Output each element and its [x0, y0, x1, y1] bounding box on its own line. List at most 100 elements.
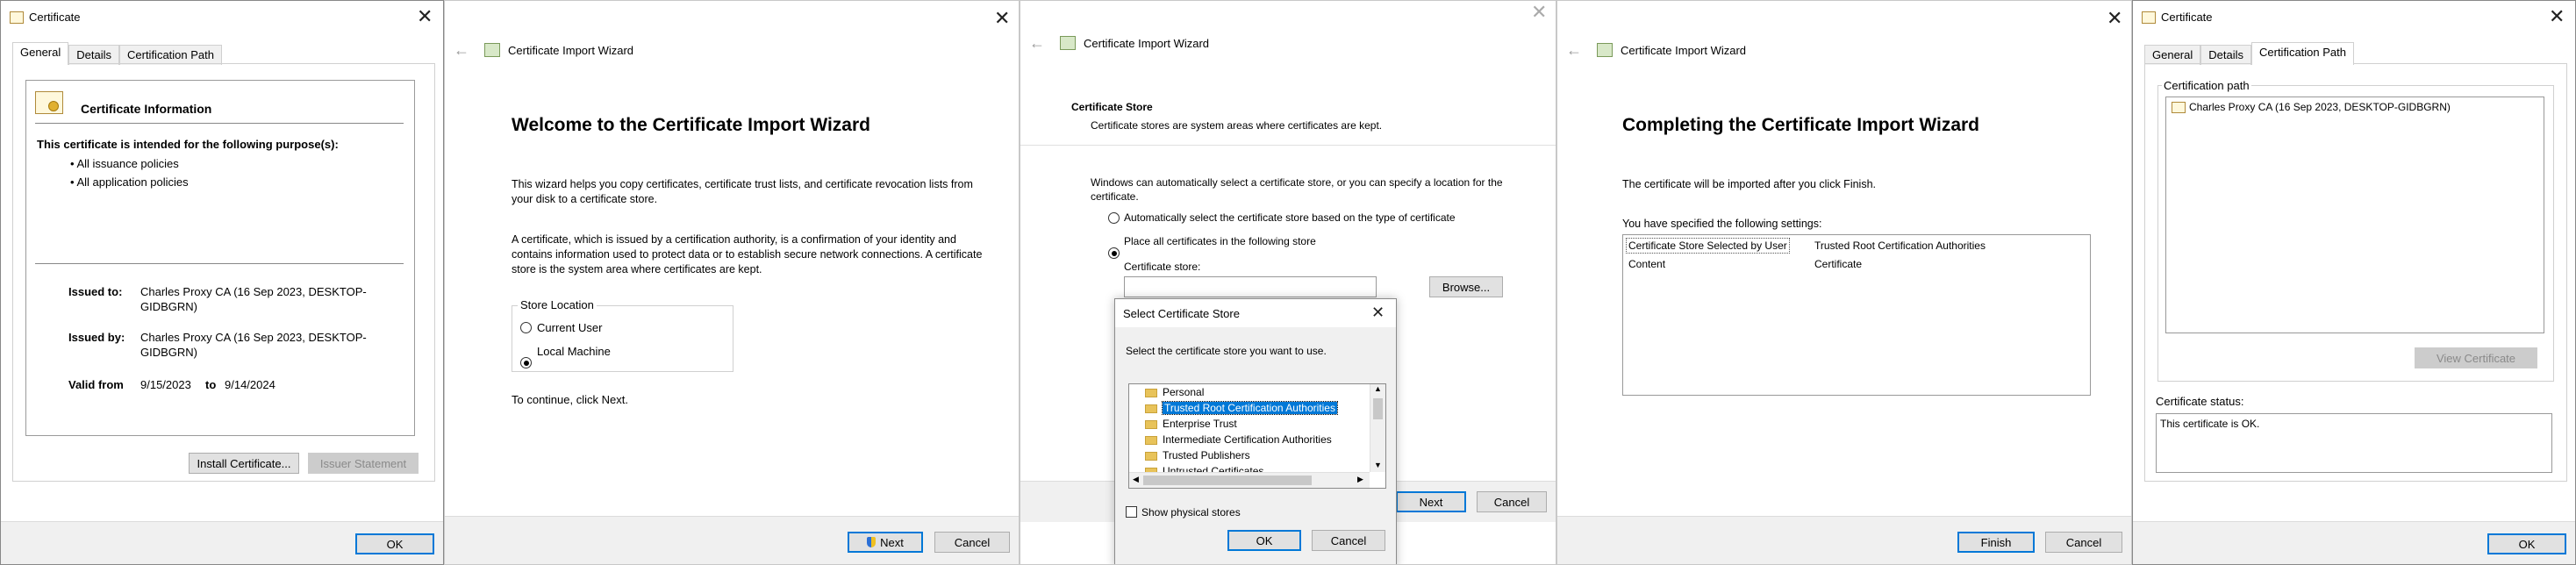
tab-certification-path[interactable]: Certification Path [119, 45, 222, 65]
cancel-button[interactable]: Cancel [1477, 491, 1547, 512]
scroll-thumb[interactable] [1373, 398, 1383, 419]
selected-store-highlight: Trusted Root Certification Authorities [1162, 401, 1338, 415]
place-in-store-radio[interactable] [1108, 247, 1120, 259]
section-title: Certificate Store [1071, 101, 1153, 113]
close-icon[interactable]: ✕ [1531, 3, 1547, 22]
close-icon[interactable]: ✕ [994, 9, 1010, 28]
back-arrow-icon[interactable]: ← [1566, 41, 1582, 60]
tree-item-trusted-publishers[interactable]: Trusted Publishers [1145, 449, 1250, 461]
tab-general[interactable]: General [12, 42, 69, 65]
scroll-left-icon[interactable]: ◀ [1133, 475, 1139, 484]
status-box: This certificate is OK. [2156, 413, 2552, 473]
dialog-title: Select Certificate Store [1123, 307, 1240, 320]
intro-paragraph: This wizard helps you copy certificates,… [512, 178, 973, 205]
settings-list[interactable]: Certificate Store Selected by User Trust… [1622, 234, 2091, 396]
certificate-dialog-path: Certificate ✕ General Details Certificat… [2132, 0, 2576, 565]
cancel-button[interactable]: Cancel [934, 532, 1010, 553]
local-machine-label[interactable]: Local Machine [537, 344, 611, 359]
wizard-title: Certificate Import Wizard [1084, 37, 1210, 50]
wizard-welcome: ✕ ← Certificate Import Wizard Welcome to… [444, 0, 1020, 565]
vertical-scrollbar[interactable]: ▲ ▼ [1370, 384, 1385, 472]
tree-item-personal[interactable]: Personal [1145, 386, 1204, 398]
ok-button[interactable]: OK [2487, 533, 2566, 554]
close-icon[interactable]: ✕ [2549, 7, 2565, 26]
place-in-store-label[interactable]: Place all certificates in the following … [1124, 235, 1316, 247]
tab-details[interactable]: Details [2200, 45, 2251, 65]
section-subtitle: Certificate stores are system areas wher… [1091, 119, 1383, 132]
show-physical-label[interactable]: Show physical stores [1141, 506, 1241, 519]
back-arrow-icon[interactable]: ← [454, 41, 469, 60]
ok-button[interactable]: OK [355, 533, 434, 554]
certificate-store-label: Certificate store: [1124, 261, 1201, 273]
tab-details[interactable]: Details [68, 45, 119, 65]
current-user-radio[interactable] [520, 322, 532, 333]
show-physical-checkbox[interactable] [1126, 506, 1137, 518]
cert-title-icon [10, 11, 24, 24]
auto-select-radio[interactable] [1108, 212, 1120, 224]
tab-general[interactable]: General [2144, 45, 2201, 65]
setting-value: Trusted Root Certification Authorities [1814, 240, 1986, 252]
purpose-item: • All issuance policies [70, 157, 179, 170]
finish-info: The certificate will be imported after y… [1622, 178, 1876, 190]
issued-to-value: Charles Proxy CA (16 Sep 2023, DESKTOP-G… [140, 285, 367, 313]
auto-select-label[interactable]: Automatically select the certificate sto… [1124, 211, 1456, 224]
tab-certification-path[interactable]: Certification Path [2251, 42, 2354, 65]
window-title: Certificate [2161, 11, 2213, 24]
browse-button[interactable]: Browse... [1429, 276, 1503, 297]
finish-button[interactable]: Finish [1957, 532, 2035, 553]
view-certificate-button[interactable]: View Certificate [2415, 347, 2537, 368]
install-certificate-button[interactable]: Install Certificate... [189, 453, 299, 474]
header-divider [1020, 145, 1556, 146]
issued-by-label: Issued by: [68, 331, 125, 344]
tree-item-trusted-root[interactable]: Trusted Root Certification Authorities [1145, 401, 1338, 415]
group-label: Store Location [518, 297, 597, 312]
select-certificate-store-dialog: Select Certificate Store ✕ Select the ce… [1114, 298, 1397, 564]
dialog-cancel-button[interactable]: Cancel [1312, 530, 1385, 551]
back-arrow-icon[interactable]: ← [1029, 34, 1045, 53]
valid-to-value: 9/14/2024 [225, 378, 275, 391]
dialog-ok-button[interactable]: OK [1227, 530, 1301, 551]
next-button[interactable]: Next [1396, 491, 1466, 512]
folder-icon [1145, 451, 1157, 461]
setting-key: Certificate Store Selected by User [1626, 238, 1790, 254]
group-label: Certification path [2162, 78, 2251, 93]
close-icon[interactable]: ✕ [2107, 9, 2122, 28]
folder-icon [1145, 435, 1157, 445]
path-item[interactable]: Charles Proxy CA (16 Sep 2023, DESKTOP-G… [2172, 101, 2451, 114]
dialog-close-icon[interactable]: ✕ [1371, 304, 1385, 320]
tab-bar: General Details Certification Path [12, 42, 222, 65]
scroll-h-thumb[interactable] [1143, 476, 1312, 485]
shield-icon [867, 537, 877, 547]
next-button[interactable]: Next [848, 532, 923, 553]
cert-info-heading: Certificate Information [81, 102, 212, 116]
tree-item-intermediate[interactable]: Intermediate Certification Authorities [1145, 433, 1332, 446]
scroll-up-icon[interactable]: ▲ [1374, 384, 1382, 393]
seal-icon [48, 101, 59, 111]
tab-bar: General Details Certification Path [2144, 42, 2354, 65]
folder-icon [1145, 404, 1157, 413]
close-icon[interactable]: ✕ [417, 7, 433, 26]
next-label: Next [880, 535, 904, 549]
tree-item-enterprise-trust[interactable]: Enterprise Trust [1145, 418, 1237, 430]
path-tree[interactable]: Charles Proxy CA (16 Sep 2023, DESKTOP-G… [2165, 97, 2544, 333]
horizontal-scrollbar[interactable]: ◀ ▶ [1129, 472, 1370, 488]
valid-from-label: Valid from [68, 378, 124, 391]
settings-intro: You have specified the following setting… [1622, 218, 1822, 230]
wizard-icon [1597, 43, 1613, 57]
status-text: This certificate is OK. [2160, 418, 2260, 430]
cert-info-box: Certificate Information This certificate… [25, 80, 415, 436]
scroll-right-icon[interactable]: ▶ [1357, 475, 1363, 484]
intro-text: Windows can automatically select a certi… [1091, 176, 1503, 203]
local-machine-radio[interactable] [520, 357, 532, 368]
issuer-statement-button[interactable]: Issuer Statement [308, 453, 419, 474]
page-heading: Welcome to the Certificate Import Wizard [512, 115, 870, 135]
current-user-label[interactable]: Current User [537, 320, 602, 335]
setting-value: Certificate [1814, 258, 1863, 270]
certificate-store-input[interactable] [1124, 276, 1377, 297]
scroll-down-icon[interactable]: ▼ [1374, 461, 1382, 469]
cancel-button[interactable]: Cancel [2045, 532, 2122, 553]
certificate-icon [2172, 102, 2186, 114]
store-tree-list[interactable]: Personal Trusted Root Certification Auth… [1128, 383, 1386, 489]
certificate-dialog-general: Certificate ✕ General Details Certificat… [0, 0, 444, 565]
purpose-item: • All application policies [70, 175, 189, 189]
